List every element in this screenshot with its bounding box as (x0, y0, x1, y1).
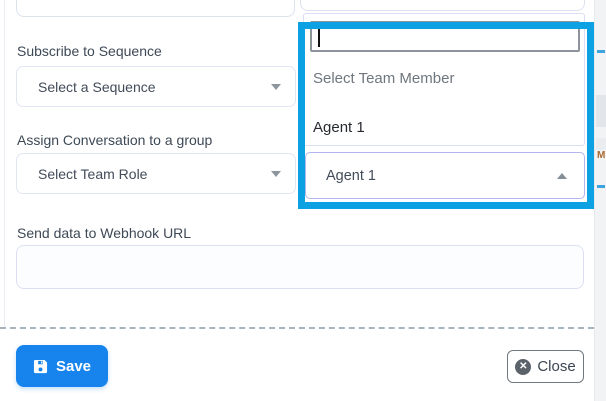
top-right-input[interactable] (300, 0, 585, 11)
sequence-select-value: Select a Sequence (38, 79, 156, 95)
save-icon (33, 359, 48, 374)
background-accent-dash (597, 185, 605, 188)
webhook-label: Send data to Webhook URL (17, 224, 191, 242)
team-member-search-input[interactable] (310, 21, 580, 52)
chevron-up-icon (557, 173, 567, 179)
top-left-input[interactable] (16, 0, 295, 17)
team-role-select-value: Select Team Role (38, 166, 147, 182)
save-button[interactable]: Save (16, 345, 108, 387)
sequence-select[interactable]: Select a Sequence (16, 66, 296, 107)
automation-settings-modal: Subscribe to Sequence Select a Sequence … (0, 0, 606, 401)
team-role-select[interactable]: Select Team Role (16, 153, 296, 194)
background-accent-dash (597, 50, 605, 53)
close-button-label: Close (537, 358, 575, 375)
footer-divider (0, 327, 594, 329)
sequence-label: Subscribe to Sequence (17, 42, 162, 60)
dropdown-option-select-team-member[interactable]: Select Team Member (313, 70, 454, 88)
text-cursor (318, 26, 320, 47)
group-label: Assign Conversation to a group (17, 131, 212, 149)
dropdown-option-agent-1[interactable]: Agent 1 (313, 119, 365, 137)
chevron-down-icon (271, 84, 281, 90)
close-icon: ✕ (515, 359, 531, 375)
team-member-select[interactable]: Agent 1 (305, 152, 585, 199)
close-button[interactable]: ✕ Close (507, 350, 584, 383)
webhook-url-input[interactable] (16, 245, 584, 289)
team-member-select-value: Agent 1 (326, 168, 376, 184)
background-page-strip: M (594, 0, 606, 401)
save-button-label: Save (56, 358, 91, 375)
chevron-down-icon (271, 171, 281, 177)
background-partial-text: M (597, 150, 605, 161)
modal-left-border (4, 0, 5, 328)
background-gray-block (596, 95, 606, 127)
background-gray-block (596, 138, 606, 150)
